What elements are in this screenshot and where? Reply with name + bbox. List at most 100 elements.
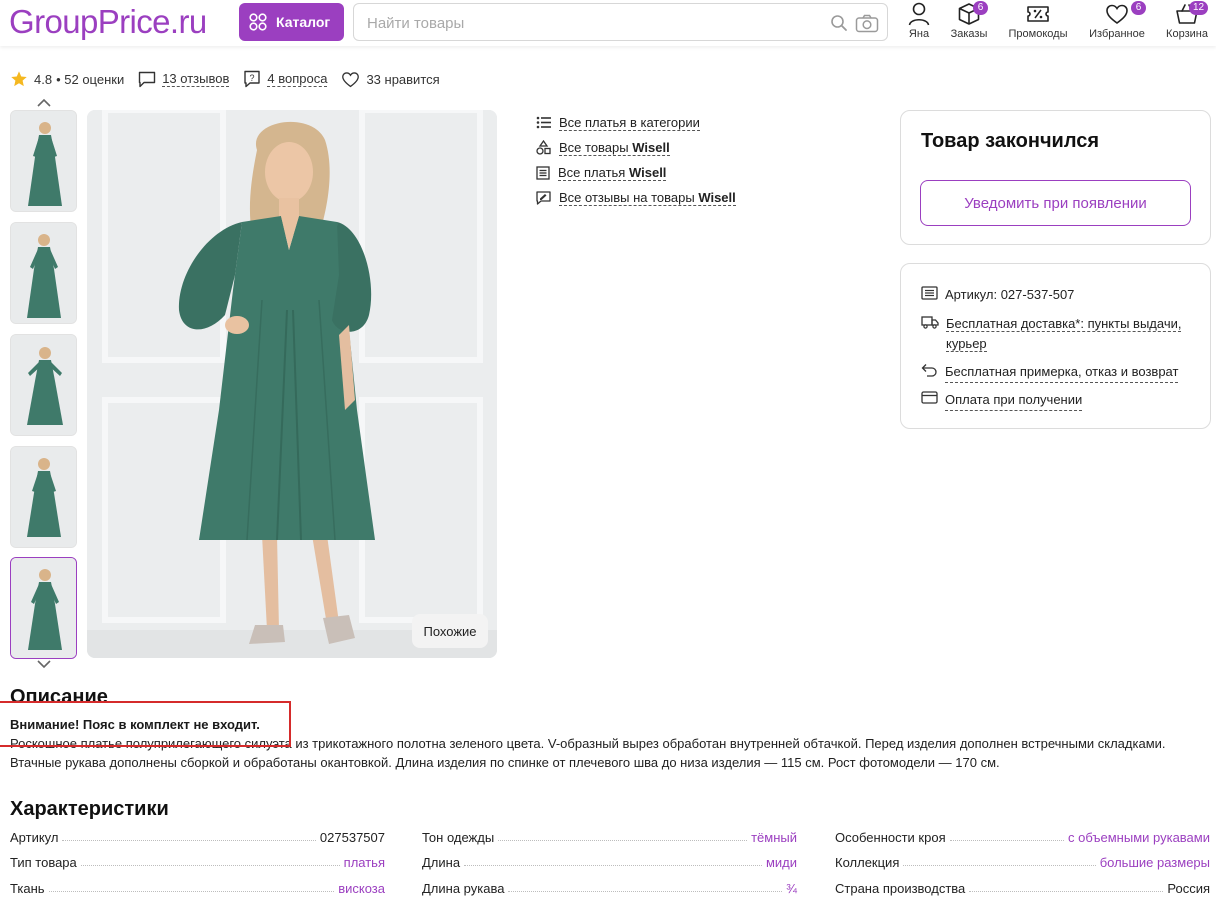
link-brand-products[interactable]: Все товары Wisell: [536, 135, 736, 160]
spec-key: Длина: [422, 855, 461, 870]
questions-link[interactable]: ? 4 вопроса: [243, 70, 328, 88]
rating-row: 4.8 • 52 оценки 13 отзывов ? 4 вопроса 3…: [10, 70, 454, 88]
spec-dots: [508, 891, 783, 892]
thumbnail-photo: [11, 558, 76, 658]
spec-value: Россия: [1167, 881, 1210, 896]
rating-group[interactable]: 4.8 • 52 оценки: [10, 70, 124, 88]
product-photo: [87, 110, 497, 658]
payment-row[interactable]: Оплата при получении: [921, 390, 1083, 411]
chat-icon: [139, 71, 156, 87]
stock-card: Товар закончился Уведомить при появлении: [900, 110, 1211, 245]
search-input[interactable]: [367, 12, 807, 34]
grid-icon: [249, 13, 267, 31]
link-brand-products-label: Все товары Wisell: [559, 139, 670, 156]
spec-key: Особенности кроя: [835, 830, 946, 845]
spec-key: Коллекция: [835, 855, 900, 870]
ratings-count: • 52 оценки: [56, 71, 125, 87]
thumbnail[interactable]: [10, 222, 77, 324]
spec-value: 027537507: [319, 830, 385, 845]
spec-key: Ткань: [10, 881, 45, 896]
spec-value-link[interactable]: платья: [344, 855, 385, 870]
spec-dots: [80, 865, 340, 866]
spec-row: Артикул 027537507: [10, 827, 385, 845]
header-favorites-label: Избранное: [1089, 28, 1145, 40]
search-box: [353, 3, 888, 41]
questions-count: 4 вопроса: [267, 71, 328, 87]
coupon-icon: [1027, 6, 1049, 22]
link-category-dresses-label: Все платья в категории: [559, 114, 700, 131]
truck-icon: [921, 316, 939, 329]
catalog-list-icon: [536, 165, 550, 180]
spec-row: Страна производства Россия: [835, 878, 1210, 896]
thumbnail-photo: [11, 335, 76, 435]
link-brand-dresses-label: Все платья Wisell: [558, 164, 667, 181]
reviews-link[interactable]: 13 отзывов: [138, 71, 230, 88]
heart-outline-icon: [342, 71, 360, 87]
rating-value: 4.8: [34, 71, 53, 87]
user-icon: [908, 2, 930, 26]
similar-button[interactable]: Похожие: [412, 614, 488, 648]
out-of-stock-title: Товар закончился: [921, 130, 1100, 152]
notify-button[interactable]: Уведомить при появлении: [920, 180, 1191, 226]
shapes-icon: [536, 140, 551, 155]
spec-row: Длина рукава ¾: [422, 878, 797, 896]
spec-row: Коллекция большие размеры: [835, 852, 1210, 870]
cart-badge: 12: [1189, 1, 1209, 15]
heart-icon: [1106, 4, 1128, 24]
spec-value-link[interactable]: ¾: [786, 881, 797, 896]
site-logo[interactable]: GroupPrice.ru: [9, 2, 207, 42]
delivery-row[interactable]: Бесплатная доставка*: пункты выдачи, кур…: [921, 314, 1191, 354]
spec-key: Тип товара: [10, 855, 77, 870]
spec-dots: [464, 865, 762, 866]
thumbnail-active[interactable]: [10, 557, 77, 659]
catalog-button[interactable]: Каталог: [239, 3, 344, 41]
fitting-text: Бесплатная примерка, отказ и возврат: [945, 362, 1179, 383]
spec-value-link[interactable]: большие размеры: [1100, 855, 1210, 870]
spec-value-link[interactable]: с объемными рукавами: [1068, 830, 1210, 845]
spec-key: Страна производства: [835, 881, 966, 896]
likes-count: 33 нравится: [366, 71, 440, 87]
barcode-icon: [921, 286, 938, 300]
spec-dots: [969, 891, 1164, 892]
return-icon: [921, 364, 937, 377]
article-value: Артикул: 027-537-507: [945, 287, 1075, 302]
thumbnail[interactable]: [10, 446, 77, 548]
spec-row: Ткань вискоза: [10, 878, 385, 896]
spec-row: Длина миди: [422, 852, 797, 870]
header-promocodes-label: Промокоды: [1008, 28, 1068, 40]
search-icon[interactable]: [830, 14, 848, 32]
reviews-count: 13 отзывов: [162, 71, 230, 87]
header-profile[interactable]: Яна: [906, 2, 932, 40]
likes-group[interactable]: 33 нравится: [341, 71, 440, 88]
header-promocodes[interactable]: Промокоды: [1006, 2, 1070, 40]
header-cart-label: Корзина: [1166, 28, 1208, 40]
payment-text: Оплата при получении: [945, 390, 1083, 411]
spec-dots: [48, 891, 335, 892]
spec-row: Тип товара платья: [10, 852, 385, 870]
spec-value-link[interactable]: миди: [766, 855, 797, 870]
thumbnail[interactable]: [10, 110, 77, 212]
link-brand-dresses[interactable]: Все платья Wisell: [536, 160, 736, 185]
chevron-down-icon[interactable]: [36, 658, 52, 670]
chevron-up-icon[interactable]: [36, 97, 52, 109]
spec-row: Тон одежды тёмный: [422, 827, 797, 845]
thumbnail[interactable]: [10, 334, 77, 436]
brand-links: Все платья в категории Все товары Wisell…: [536, 110, 736, 210]
specs-heading: Характеристики: [10, 798, 169, 820]
link-category-dresses[interactable]: Все платья в категории: [536, 110, 736, 135]
favorites-badge: 6: [1131, 1, 1146, 15]
header-profile-label: Яна: [908, 28, 930, 40]
thumbnail-photo: [11, 111, 76, 211]
list-icon: [536, 116, 551, 129]
camera-icon[interactable]: [855, 14, 879, 33]
svg-text:?: ?: [250, 73, 255, 83]
spec-value-link[interactable]: вискоза: [338, 881, 385, 896]
spec-value-link[interactable]: тёмный: [751, 830, 797, 845]
link-brand-reviews[interactable]: Все отзывы на товары Wisell: [536, 185, 736, 210]
info-card: Артикул: 027-537-507 Бесплатная доставка…: [900, 263, 1211, 429]
site-header: GroupPrice.ru Каталог Яна: [0, 0, 1216, 46]
catalog-label: Каталог: [276, 14, 331, 30]
thumbnail-photo: [11, 447, 76, 547]
product-main-image[interactable]: [87, 110, 497, 658]
fitting-row[interactable]: Бесплатная примерка, отказ и возврат: [921, 362, 1179, 383]
